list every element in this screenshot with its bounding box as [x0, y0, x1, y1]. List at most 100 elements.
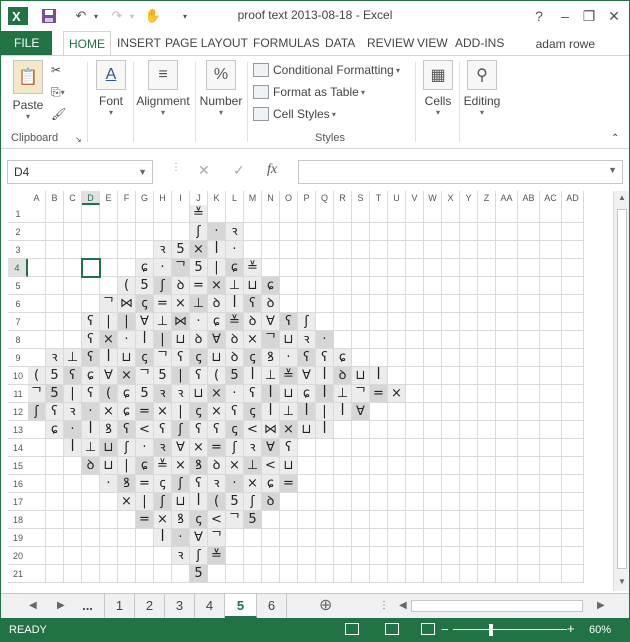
scroll-up-icon[interactable]: ▲	[614, 191, 629, 205]
cell-I20[interactable]: ꝛ	[172, 547, 190, 565]
cell-G3[interactable]	[136, 241, 154, 259]
cell-O19[interactable]	[280, 529, 298, 547]
redo-dropdown-icon[interactable]: ▾	[127, 5, 137, 27]
cell-Q1[interactable]	[316, 205, 334, 223]
cell-S3[interactable]	[352, 241, 370, 259]
cell-N17[interactable]: ꝺ	[262, 493, 280, 511]
cell-N19[interactable]	[262, 529, 280, 547]
cell-L3[interactable]: ·	[226, 241, 244, 259]
cell-T6[interactable]	[370, 295, 388, 313]
cell-Z6[interactable]	[478, 295, 496, 313]
cell-U15[interactable]	[388, 457, 406, 475]
cell-U7[interactable]	[388, 313, 406, 331]
cell-E3[interactable]	[100, 241, 118, 259]
cell-C9[interactable]: ⊥	[64, 349, 82, 367]
cell-F11[interactable]: ɕ	[118, 385, 136, 403]
cell-U1[interactable]	[388, 205, 406, 223]
cell-C17[interactable]	[64, 493, 82, 511]
cell-J7[interactable]: ·	[190, 313, 208, 331]
cell-J19[interactable]: ∀	[190, 529, 208, 547]
cell-L6[interactable]: ꟾ	[226, 295, 244, 313]
conditional-formatting-button[interactable]: Conditional Formatting ▾	[253, 60, 400, 80]
cell-H8[interactable]: |	[154, 331, 172, 349]
sheet-tab-6[interactable]: 6	[257, 594, 287, 618]
cell-L7[interactable]: ≚	[226, 313, 244, 331]
cell-O5[interactable]	[280, 277, 298, 295]
page-break-preview-icon[interactable]	[421, 623, 435, 635]
column-header[interactable]: AB	[518, 191, 540, 205]
tab-formulas[interactable]: FORMULAS	[248, 31, 325, 55]
cell-X19[interactable]	[442, 529, 460, 547]
cell-W12[interactable]	[424, 403, 442, 421]
scroll-down-icon[interactable]: ▼	[614, 575, 629, 589]
cell-AA6[interactable]	[496, 295, 518, 313]
cell-A7[interactable]	[28, 313, 46, 331]
cell-X16[interactable]	[442, 475, 460, 493]
cell-AD5[interactable]	[562, 277, 584, 295]
cell-H4[interactable]: ·	[154, 259, 172, 277]
cell-K3[interactable]: ꟾ	[208, 241, 226, 259]
cell-Q5[interactable]	[316, 277, 334, 295]
sheet-next-icon[interactable]: ▶	[57, 594, 65, 618]
cell-S14[interactable]	[352, 439, 370, 457]
zoom-in-icon[interactable]: +	[567, 621, 575, 636]
cell-B21[interactable]	[46, 565, 64, 583]
column-header[interactable]: L	[226, 191, 244, 205]
cell-G14[interactable]: ·	[136, 439, 154, 457]
cell-V5[interactable]	[406, 277, 424, 295]
cell-F5[interactable]: (	[118, 277, 136, 295]
cell-K2[interactable]: ·	[208, 223, 226, 241]
cell-D16[interactable]	[82, 475, 100, 493]
scroll-right-icon[interactable]: ▶	[597, 594, 605, 618]
cell-Q2[interactable]	[316, 223, 334, 241]
cell-I5[interactable]: ꝺ	[172, 277, 190, 295]
cell-B3[interactable]	[46, 241, 64, 259]
column-header[interactable]: AC	[540, 191, 562, 205]
cell-H11[interactable]: ꝛ	[154, 385, 172, 403]
cell-O21[interactable]	[280, 565, 298, 583]
cell-AD17[interactable]	[562, 493, 584, 511]
cell-G13[interactable]: <	[136, 421, 154, 439]
cell-W7[interactable]	[424, 313, 442, 331]
cell-X2[interactable]	[442, 223, 460, 241]
cell-E9[interactable]: ꟾ	[100, 349, 118, 367]
cell-O8[interactable]: ⊔	[280, 331, 298, 349]
cell-Y16[interactable]	[460, 475, 478, 493]
cell-AC21[interactable]	[540, 565, 562, 583]
cell-X10[interactable]	[442, 367, 460, 385]
row-header[interactable]: 2	[8, 223, 28, 241]
cell-S6[interactable]	[352, 295, 370, 313]
cell-Z16[interactable]	[478, 475, 496, 493]
cell-AC12[interactable]	[540, 403, 562, 421]
cell-Y20[interactable]	[460, 547, 478, 565]
cell-D20[interactable]	[82, 547, 100, 565]
cell-Z12[interactable]	[478, 403, 496, 421]
cell-B14[interactable]	[46, 439, 64, 457]
column-header[interactable]: K	[208, 191, 226, 205]
cell-L17[interactable]: 5	[226, 493, 244, 511]
cell-I4[interactable]: ᄀ	[172, 259, 190, 277]
save-icon[interactable]	[39, 5, 59, 27]
cell-AD11[interactable]	[562, 385, 584, 403]
cell-C8[interactable]	[64, 331, 82, 349]
cell-N20[interactable]	[262, 547, 280, 565]
cell-D19[interactable]	[82, 529, 100, 547]
cell-Y9[interactable]	[460, 349, 478, 367]
cell-O9[interactable]: ·	[280, 349, 298, 367]
cell-P8[interactable]: ꝛ	[298, 331, 316, 349]
cell-Z14[interactable]	[478, 439, 496, 457]
cell-R15[interactable]	[334, 457, 352, 475]
cell-AA9[interactable]	[496, 349, 518, 367]
cell-T14[interactable]	[370, 439, 388, 457]
cell-V10[interactable]	[406, 367, 424, 385]
cell-Z1[interactable]	[478, 205, 496, 223]
vertical-scrollbar[interactable]: ▲ ▼	[613, 191, 629, 591]
cell-AD14[interactable]	[562, 439, 584, 457]
cell-P21[interactable]	[298, 565, 316, 583]
column-header[interactable]: Q	[316, 191, 334, 205]
cell-AA12[interactable]	[496, 403, 518, 421]
cell-U9[interactable]	[388, 349, 406, 367]
row-header[interactable]: 6	[8, 295, 28, 313]
cell-P11[interactable]: ɕ	[298, 385, 316, 403]
cell-I14[interactable]: ∀	[172, 439, 190, 457]
